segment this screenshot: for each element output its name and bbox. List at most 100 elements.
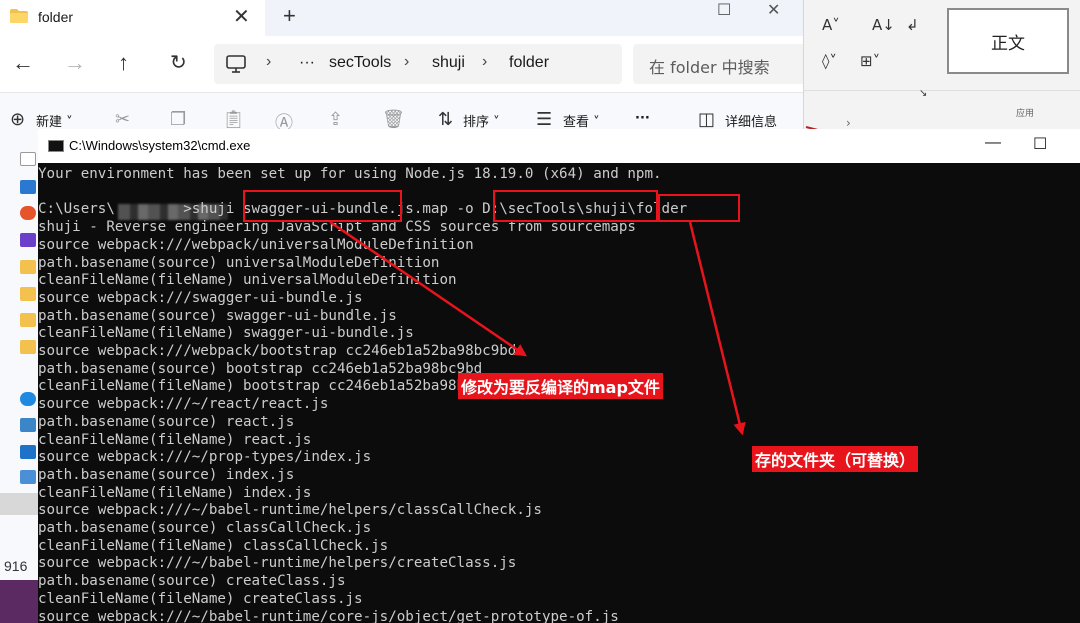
- minimize-icon[interactable]: —: [985, 134, 1001, 152]
- console-line: cleanFileName(fileName) react.js: [38, 431, 312, 448]
- sort-icon[interactable]: A↓: [872, 16, 895, 34]
- new-button[interactable]: 新建 ˅: [36, 111, 73, 130]
- forward-icon[interactable]: →: [64, 50, 86, 76]
- more-options-button[interactable]: ···: [635, 111, 650, 126]
- console-line: path.basename(source) createClass.js: [38, 573, 346, 590]
- paragraph-mark-icon[interactable]: ↲: [906, 16, 919, 34]
- folder-highlight: [658, 194, 740, 222]
- item-count: 916: [4, 558, 28, 574]
- cmd-title: C:\Windows\system32\cmd.exe: [69, 138, 251, 153]
- console-line: path.basename(source) swagger-ui-bundle.…: [38, 307, 397, 324]
- console-line: source webpack:///~/react/react.js: [38, 396, 329, 413]
- folder-icon[interactable]: [20, 260, 36, 274]
- document-icon[interactable]: [20, 152, 36, 166]
- cmd-title-bar: C:\Windows\system32\cmd.exe — ☐: [38, 129, 1080, 163]
- console-line: cleanFileName(fileName) swagger-ui-bundl…: [38, 325, 414, 342]
- console-line: path.basename(source) index.js: [38, 466, 295, 483]
- console-line: source webpack:///swagger-ui-bundle.js: [38, 289, 363, 306]
- output-path-highlight: [493, 190, 658, 222]
- ribbon-group-label: 应用: [1016, 109, 1035, 119]
- windows-icon[interactable]: [20, 445, 36, 459]
- tab-folder[interactable]: folder ✕: [0, 0, 265, 36]
- folder-icon[interactable]: [20, 313, 36, 327]
- new-label: 新建: [36, 115, 63, 130]
- tab-title: folder: [38, 9, 74, 25]
- console-line: cleanFileName(fileName) universalModuleD…: [38, 272, 457, 289]
- details-pane-icon: ◫: [698, 109, 716, 129]
- videos-icon[interactable]: [20, 233, 36, 247]
- address-bar[interactable]: › ··· secTools › shuji › folder: [214, 44, 622, 84]
- drive-icon[interactable]: [20, 470, 36, 484]
- console-line: source webpack:///~/babel-runtime/helper…: [38, 555, 517, 572]
- console-line: cleanFileName(fileName) index.js: [38, 484, 312, 501]
- up-icon[interactable]: ↑: [118, 50, 129, 76]
- console-line: cleanFileName(fileName) classCallCheck.j…: [38, 537, 389, 554]
- chevron-right-icon[interactable]: ›: [846, 116, 851, 130]
- sort-icon: ⇅: [438, 109, 454, 129]
- chevron-right-icon[interactable]: ›: [404, 53, 409, 71]
- console-line: path.basename(source) react.js: [38, 413, 295, 430]
- folder-icon[interactable]: [20, 287, 36, 301]
- sort-button[interactable]: 排序 ˅: [463, 111, 500, 130]
- new-icon: ⊕: [10, 109, 26, 129]
- console-line: source webpack:///webpack/universalModul…: [38, 236, 474, 253]
- view-button[interactable]: 查看 ˅: [563, 111, 600, 130]
- copy-icon[interactable]: ❐: [170, 109, 186, 130]
- music-icon[interactable]: [20, 206, 36, 220]
- close-tab-icon[interactable]: ✕: [233, 4, 250, 29]
- breadcrumb-shuji[interactable]: shuji: [432, 54, 465, 72]
- console-line: cleanFileName(fileName) createClass.js: [38, 590, 363, 607]
- console-line: source webpack:///webpack/bootstrap cc24…: [38, 343, 517, 359]
- borders-icon[interactable]: ⊞˅: [860, 52, 880, 70]
- tab-bar: folder ✕ + ☐ ✕: [0, 0, 803, 36]
- search-placeholder: 在 folder 中搜索: [649, 58, 770, 77]
- dialog-launcher-icon[interactable]: ↘: [919, 88, 927, 99]
- cut-icon[interactable]: ✂: [115, 109, 130, 130]
- computer-icon: [226, 55, 246, 73]
- console-line: source webpack:///~/prop-types/index.js: [38, 449, 372, 466]
- new-tab-icon[interactable]: +: [283, 3, 296, 29]
- console-line: path.basename(source) universalModuleDef…: [38, 254, 440, 271]
- share-icon[interactable]: ⇪: [328, 109, 343, 130]
- map-file-highlight: [243, 190, 402, 222]
- more-breadcrumbs-icon[interactable]: ···: [299, 54, 315, 72]
- onedrive-icon[interactable]: [20, 392, 36, 406]
- map-file-note: 修改为要反编译的map文件: [458, 373, 663, 399]
- view-icon: ☰: [536, 109, 553, 129]
- fill-icon[interactable]: ◊˅: [822, 52, 837, 70]
- font-size-icon[interactable]: A˅: [822, 16, 840, 34]
- refresh-icon[interactable]: ↻: [170, 50, 187, 76]
- selected-nav-item[interactable]: [0, 493, 38, 515]
- paste-icon[interactable]: 📋︎: [222, 109, 245, 130]
- console-line: Your environment has been set up for usi…: [38, 166, 662, 182]
- style-normal-label: 正文: [991, 33, 1025, 54]
- console-line: path.basename(source) classCallCheck.js: [38, 520, 372, 536]
- maximize-icon[interactable]: ☐: [717, 0, 731, 20]
- cmd-icon: [48, 140, 64, 152]
- search-input[interactable]: 在 folder 中搜索: [633, 44, 803, 84]
- console-line: source webpack:///~/babel-runtime/helper…: [38, 502, 542, 519]
- maximize-icon[interactable]: ☐: [1033, 134, 1047, 154]
- pictures-icon[interactable]: [20, 180, 36, 194]
- folder-note: 存的文件夹（可替换）: [752, 446, 919, 472]
- chevron-right-icon[interactable]: ›: [266, 53, 271, 71]
- this-pc-icon[interactable]: [20, 418, 36, 432]
- console-line: cleanFileName(fileName) bootstrap cc246e…: [38, 378, 500, 395]
- folder-icon[interactable]: [20, 340, 36, 354]
- details-button[interactable]: 详细信息: [725, 111, 777, 130]
- folder-icon: [10, 9, 28, 23]
- sort-label: 排序: [463, 115, 490, 130]
- back-icon[interactable]: ←: [12, 50, 34, 76]
- breadcrumb-folder[interactable]: folder: [509, 54, 549, 72]
- view-label: 查看: [563, 115, 590, 130]
- chevron-right-icon[interactable]: ›: [482, 53, 487, 71]
- ribbon-separator: [804, 90, 1080, 91]
- console-line: source webpack:///~/babel-runtime/core-j…: [38, 608, 619, 623]
- delete-icon[interactable]: 🗑︎: [382, 109, 405, 130]
- taskbar-strip: [0, 580, 38, 623]
- console-line: path.basename(source) bootstrap cc246eb1…: [38, 360, 483, 377]
- navigation-bar: ← → ↑ ↻ › ··· secTools › shuji › folder …: [0, 36, 803, 92]
- breadcrumb-sectools[interactable]: secTools: [329, 54, 391, 72]
- style-normal[interactable]: 正文: [947, 8, 1069, 74]
- close-window-icon[interactable]: ✕: [767, 0, 780, 20]
